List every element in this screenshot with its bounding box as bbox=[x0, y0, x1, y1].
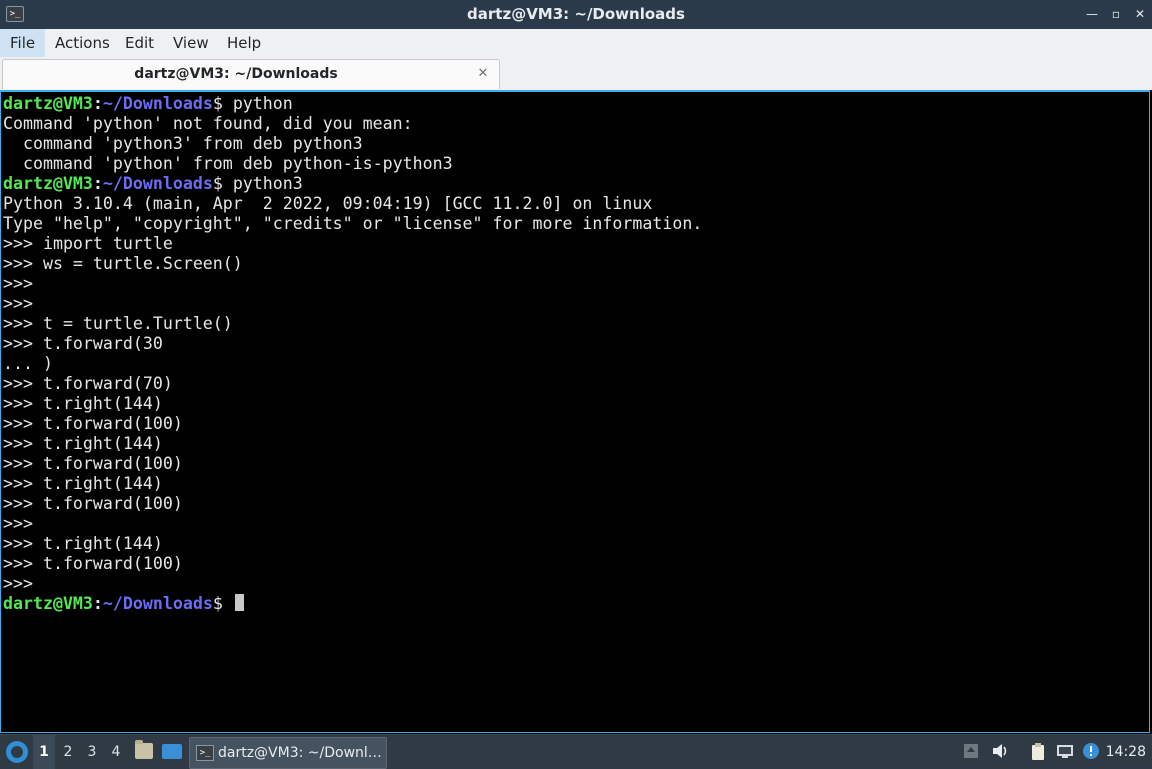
close-icon: ✕ bbox=[1134, 7, 1146, 21]
task-label: dartz@VM3: ~/Downl… bbox=[218, 745, 382, 761]
output-text: >>> t.forward(30 bbox=[3, 334, 163, 353]
output-text: >>> t.right(144) bbox=[3, 434, 163, 453]
terminal-line: >>> t = turtle.Turtle() bbox=[3, 314, 702, 334]
tab-close-icon[interactable]: ✕ bbox=[475, 65, 491, 83]
terminal-view[interactable]: dartz@VM3:~/Downloads$ python Command 'py… bbox=[0, 90, 1150, 733]
window-titlebar[interactable]: >_ dartz@VM3: ~/Downloads — ▫ ✕ bbox=[0, 0, 1152, 29]
terminal-line: >>> t.forward(100) bbox=[3, 454, 702, 474]
prompt-user-host: dartz@VM3 bbox=[3, 94, 93, 113]
tab-terminal[interactable]: dartz@VM3: ~/Downloads ✕ bbox=[2, 59, 500, 89]
prompt-path: ~/Downloads bbox=[102, 594, 213, 613]
desktop-4-button[interactable]: 4 bbox=[105, 735, 127, 769]
minimize-button[interactable]: — bbox=[1082, 4, 1102, 24]
desktop-3-button[interactable]: 3 bbox=[81, 735, 103, 769]
tab-bar: dartz@VM3: ~/Downloads ✕ bbox=[0, 57, 1152, 90]
show-desktop-icon[interactable] bbox=[162, 744, 182, 759]
output-text: ... ) bbox=[3, 354, 53, 373]
output-text: >>> t.right(144) bbox=[3, 474, 163, 493]
output-text: >>> t.forward(100) bbox=[3, 414, 183, 433]
command-text: python3 bbox=[222, 174, 303, 193]
notification-icon[interactable] bbox=[1081, 742, 1101, 762]
network-icon[interactable] bbox=[1054, 742, 1076, 762]
volume-icon[interactable] bbox=[990, 742, 1012, 762]
file-manager-icon[interactable] bbox=[135, 740, 153, 759]
terminal-line: >>> ws = turtle.Screen() bbox=[3, 254, 702, 274]
restore-icon: ▫ bbox=[1111, 7, 1121, 21]
terminal-line: >>> bbox=[3, 514, 702, 534]
command-text bbox=[223, 594, 233, 613]
terminal-line: command 'python3' from deb python3 bbox=[3, 134, 702, 154]
menu-actions[interactable]: Actions bbox=[45, 29, 120, 57]
terminal-line: >>> t.right(144) bbox=[3, 434, 702, 454]
terminal-line: >>> bbox=[3, 574, 702, 594]
terminal-line: dartz@VM3:~/Downloads$ python3 bbox=[3, 174, 303, 193]
output-text: >>> bbox=[3, 574, 43, 593]
menu-edit[interactable]: Edit bbox=[115, 29, 164, 57]
output-text: >>> bbox=[3, 274, 43, 293]
output-text: >>> import turtle bbox=[3, 234, 173, 253]
output-text: >>> ws = turtle.Screen() bbox=[3, 254, 243, 273]
taskbar: 1 2 3 4 >_ dartz@VM3: ~/Downl… 14:28 bbox=[0, 734, 1152, 769]
terminal-line: Python 3.10.4 (main, Apr 2 2022, 09:04:1… bbox=[3, 194, 702, 214]
output-text: >>> bbox=[3, 294, 43, 313]
output-text: >>> bbox=[3, 514, 43, 533]
clipboard-icon[interactable] bbox=[1027, 742, 1049, 762]
output-text: >>> t.forward(70) bbox=[3, 374, 173, 393]
terminal-line: dartz@VM3:~/Downloads$ bbox=[3, 594, 702, 614]
tab-label: dartz@VM3: ~/Downloads bbox=[134, 66, 338, 82]
terminal-output: dartz@VM3:~/Downloads$ python Command 'py… bbox=[3, 94, 702, 614]
menu-file[interactable]: File bbox=[0, 29, 46, 57]
clock[interactable]: 14:28 bbox=[1106, 735, 1146, 769]
menu-bar: File Actions Edit View Help bbox=[0, 29, 1152, 58]
terminal-line: >>> t.forward(100) bbox=[3, 554, 702, 574]
output-text: Python 3.10.4 (main, Apr 2 2022, 09:04:1… bbox=[3, 194, 653, 213]
prompt-path: ~/Downloads bbox=[102, 174, 213, 193]
prompt-path: ~/Downloads bbox=[102, 94, 213, 113]
command-text: python bbox=[222, 94, 293, 113]
output-text: >>> t.right(144) bbox=[3, 394, 163, 413]
desktop-2-button[interactable]: 2 bbox=[57, 735, 79, 769]
prompt-user-host: dartz@VM3 bbox=[3, 594, 93, 613]
output-text: >>> t.forward(100) bbox=[3, 554, 183, 573]
output-text: >>> t.forward(100) bbox=[3, 454, 183, 473]
terminal-line: Command 'python' not found, did you mean… bbox=[3, 114, 702, 134]
terminal-line: dartz@VM3:~/Downloads$ python bbox=[3, 94, 293, 113]
terminal-line: >>> t.forward(70) bbox=[3, 374, 702, 394]
taskbar-task-terminal[interactable]: >_ dartz@VM3: ~/Downl… bbox=[189, 737, 387, 769]
terminal-task-icon: >_ bbox=[196, 745, 214, 761]
desktop-1-button[interactable]: 1 bbox=[33, 735, 55, 769]
terminal-line: >>> t.right(144) bbox=[3, 394, 702, 414]
start-menu-icon[interactable] bbox=[6, 741, 28, 763]
terminal-line: Type "help", "copyright", "credits" or "… bbox=[3, 214, 702, 234]
menu-help[interactable]: Help bbox=[217, 29, 271, 57]
output-text: >>> t.right(144) bbox=[3, 534, 163, 553]
terminal-line: >>> t.forward(100) bbox=[3, 414, 702, 434]
network-upload-icon[interactable] bbox=[962, 742, 980, 762]
menu-view[interactable]: View bbox=[163, 29, 219, 57]
restore-button[interactable]: ▫ bbox=[1106, 4, 1126, 24]
text-cursor bbox=[234, 594, 244, 611]
window-title: dartz@VM3: ~/Downloads bbox=[467, 5, 685, 23]
minimize-icon: — bbox=[1086, 7, 1098, 21]
terminal-line: >>> t.right(144) bbox=[3, 534, 702, 554]
terminal-line: >>> bbox=[3, 294, 702, 314]
terminal-line: command 'python' from deb python-is-pyth… bbox=[3, 154, 702, 174]
terminal-line: >>> import turtle bbox=[3, 234, 702, 254]
terminal-line: ... ) bbox=[3, 354, 702, 374]
prompt-user-host: dartz@VM3 bbox=[3, 174, 93, 193]
output-text: >>> t.forward(100) bbox=[3, 494, 183, 513]
output-text: Type "help", "copyright", "credits" or "… bbox=[3, 214, 703, 233]
output-text: command 'python3' from deb python3 bbox=[3, 134, 363, 153]
output-text: command 'python' from deb python-is-pyth… bbox=[3, 154, 453, 173]
terminal-line: >>> t.forward(30 bbox=[3, 334, 702, 354]
terminal-line: >>> t.right(144) bbox=[3, 474, 702, 494]
terminal-line: >>> t.forward(100) bbox=[3, 494, 702, 514]
output-text: Command 'python' not found, did you mean… bbox=[3, 114, 413, 133]
output-text: >>> t = turtle.Turtle() bbox=[3, 314, 233, 333]
terminal-line: >>> bbox=[3, 274, 702, 294]
close-button[interactable]: ✕ bbox=[1130, 4, 1150, 24]
